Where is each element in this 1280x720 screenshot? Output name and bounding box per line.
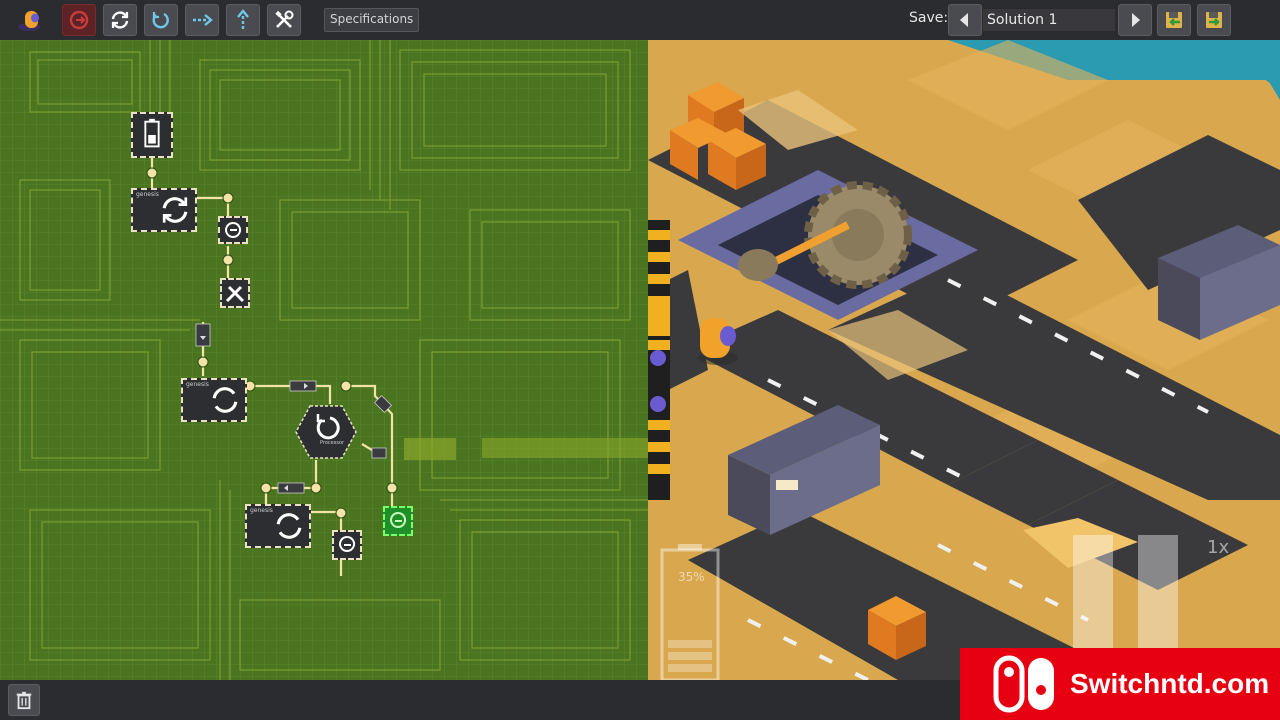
solution-name-field[interactable]: Solution 1 — [982, 8, 1116, 32]
load-floppy-icon — [1166, 12, 1182, 28]
power-icon — [390, 512, 407, 528]
move-right-icon — [193, 14, 213, 26]
processor-hex-chip[interactable]: Processor — [294, 404, 358, 460]
move-up-button[interactable] — [226, 4, 260, 36]
chip-brand-label: genesis — [250, 507, 273, 514]
battery-percent: 35% — [678, 570, 705, 584]
reload-chip[interactable]: genesis — [131, 188, 197, 232]
save-label: Save: — [909, 10, 949, 26]
circuit-board[interactable]: genesis genesis Processor genesis — [0, 40, 648, 680]
next-solution-button[interactable] — [1118, 4, 1152, 36]
power-icon — [69, 10, 89, 30]
watermark-banner: Switchntd.com — [960, 648, 1280, 720]
processor-hex-shape — [295, 405, 357, 459]
tools-icon — [275, 10, 294, 28]
chip-brand-label: genesis — [136, 191, 159, 198]
tools-icon — [225, 285, 245, 303]
processor-label: Processor — [320, 440, 345, 446]
reload-icon — [162, 197, 188, 223]
power-chip[interactable] — [218, 216, 248, 244]
watermark-text: Switchntd.com — [1070, 668, 1270, 699]
move-right-button[interactable] — [185, 4, 219, 36]
delete-button[interactable] — [8, 684, 40, 716]
game-world-view[interactable]: 35% 1x — [648, 40, 1280, 680]
tools-chip[interactable] — [220, 278, 250, 308]
power-icon — [225, 222, 242, 238]
chevron-left-icon — [960, 13, 968, 27]
load-solution-button[interactable] — [1157, 4, 1191, 36]
rotate-icon — [152, 12, 169, 29]
active-power-chip[interactable] — [383, 506, 413, 536]
reload-chip[interactable]: genesis — [181, 378, 247, 422]
robot-logo-icon — [14, 5, 44, 35]
reload-icon — [276, 513, 302, 539]
power-icon — [339, 536, 356, 552]
speed-indicator[interactable]: 1x — [1207, 537, 1229, 558]
power-chip[interactable] — [332, 530, 362, 560]
top-toolbar: Specifications Save: Solution 1 — [0, 0, 1280, 41]
chip-brand-label: genesis — [186, 381, 209, 388]
battery-chip[interactable] — [131, 112, 173, 158]
chevron-right-icon — [1132, 13, 1140, 27]
reload-chip[interactable]: genesis — [245, 504, 311, 548]
tools-button[interactable] — [267, 4, 301, 36]
save-floppy-icon — [1206, 12, 1222, 28]
reload-icon — [212, 387, 238, 413]
previous-solution-button[interactable] — [948, 4, 982, 36]
move-up-icon — [237, 9, 249, 29]
save-solution-button[interactable] — [1197, 4, 1231, 36]
power-button[interactable] — [62, 4, 96, 36]
trash-icon — [16, 691, 32, 710]
battery-icon — [144, 118, 160, 148]
reload-button[interactable] — [103, 4, 137, 36]
rotate-button[interactable] — [144, 4, 178, 36]
reload-icon — [111, 11, 129, 29]
specifications-button[interactable]: Specifications — [324, 8, 420, 32]
switch-logo-icon — [993, 655, 1054, 713]
